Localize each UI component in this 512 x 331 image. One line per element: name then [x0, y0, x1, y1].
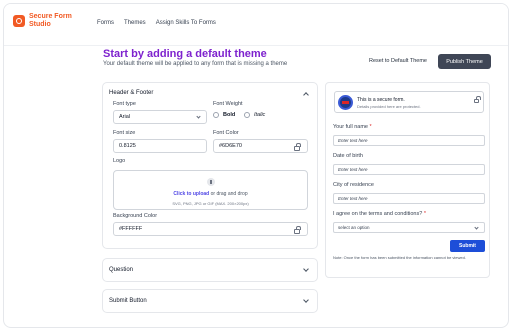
chevron-down-icon: [196, 114, 201, 119]
font-size-value: 0.8125: [119, 143, 136, 149]
font-color-label: Font Color: [213, 130, 239, 136]
terms-select-value: select an option: [338, 225, 370, 230]
publish-theme-button[interactable]: Publish Theme: [438, 54, 491, 69]
nav-forms[interactable]: Forms: [97, 20, 114, 26]
weight-italic-radio[interactable]: Italic: [244, 112, 265, 118]
security-seal-icon: [338, 95, 353, 110]
secure-title: This is a secure form.: [357, 97, 405, 103]
dob-input[interactable]: Enter text here: [333, 164, 485, 175]
top-bar: Secure Form Studio Forms Themes Assign S…: [4, 4, 508, 46]
full-name-label: Your full name *: [333, 124, 372, 130]
app-logo[interactable]: Secure Form Studio: [13, 13, 72, 29]
terms-label: I agree on the terms and conditions? *: [333, 211, 426, 217]
app-name-line2: Studio: [29, 21, 51, 28]
submit-button-title: Submit Button: [109, 298, 147, 304]
submit-button-panel[interactable]: Submit Button: [102, 289, 318, 313]
upload-hint: SVG, PNG, JPG or GIF (MAX. 200×200px): [172, 201, 249, 206]
upload-cloud-icon: [207, 178, 215, 186]
full-name-text: Your full name: [333, 124, 370, 130]
nav-assign-skills[interactable]: Assign Skills To Forms: [156, 20, 216, 26]
bg-color-label: Background Color: [113, 213, 158, 219]
logo-label: Logo: [113, 158, 126, 164]
app-name-line1: Secure Form: [29, 13, 72, 20]
lock-icon: [474, 96, 481, 103]
font-type-value: Arial: [119, 114, 131, 120]
weight-italic-label: Italic: [254, 112, 266, 118]
secure-subtitle: Details provided here are protected.: [357, 104, 421, 109]
main-nav: Forms Themes Assign Skills To Forms: [97, 20, 216, 26]
city-input[interactable]: Enter text here: [333, 193, 485, 204]
font-size-label: Font size: [113, 130, 136, 136]
click-to-upload-link[interactable]: Click to upload: [173, 191, 209, 197]
full-name-placeholder: Enter text here: [338, 138, 368, 143]
reset-default-theme-button[interactable]: Reset to Default Theme: [365, 56, 431, 66]
radio-circle-icon: [244, 112, 250, 118]
required-mark: *: [369, 124, 372, 130]
bg-color-input[interactable]: #FFFFFF: [113, 222, 308, 236]
logo-icon: [13, 15, 25, 27]
terms-text: I agree on the terms and conditions?: [333, 211, 424, 217]
lock-icon: [294, 143, 301, 151]
nav-themes[interactable]: Themes: [124, 20, 146, 26]
submit-button[interactable]: Submit: [450, 240, 485, 252]
app-name: Secure Form Studio: [29, 13, 72, 29]
radio-circle-icon: [213, 112, 219, 118]
font-color-input[interactable]: #6D6E70: [213, 139, 308, 153]
upload-instructions: Click to upload or drag and drop: [114, 191, 307, 197]
chevron-down-icon: [474, 225, 479, 230]
chevron-down-icon: [303, 266, 309, 272]
bg-color-value: #FFFFFF: [119, 226, 143, 232]
full-name-input[interactable]: Enter text here: [333, 135, 485, 146]
drag-drop-text: or drag and drop: [209, 191, 248, 197]
logo-upload-dropzone[interactable]: Click to upload or drag and drop SVG, PN…: [113, 170, 308, 210]
font-type-label: Font type: [113, 101, 136, 107]
dob-placeholder: Enter text here: [338, 167, 368, 172]
form-preview: This is a secure form. Details provided …: [325, 82, 490, 278]
city-label: City of residence: [333, 182, 374, 188]
page-title: Start by adding a default theme: [103, 48, 267, 60]
city-placeholder: Enter text here: [338, 196, 368, 201]
chevron-down-icon: [303, 297, 309, 303]
question-panel[interactable]: Question: [102, 258, 318, 282]
font-type-select[interactable]: Arial: [113, 110, 207, 124]
font-weight-label: Font Weight: [213, 101, 243, 107]
weight-bold-label: Bold: [223, 112, 236, 118]
font-color-value: #6D6E70: [219, 143, 242, 149]
collapse-chevron-icon[interactable]: [303, 92, 309, 98]
required-mark: *: [423, 211, 426, 217]
question-title: Question: [109, 267, 134, 273]
header-footer-title[interactable]: Header & Footer: [109, 90, 153, 96]
submission-note: Note: Once the form has been submitted t…: [333, 255, 466, 260]
page-subtitle: Your default theme will be applied to an…: [103, 61, 288, 67]
secure-form-banner: This is a secure form. Details provided …: [334, 91, 484, 113]
terms-select[interactable]: select an option: [333, 222, 485, 233]
weight-bold-radio[interactable]: Bold: [213, 112, 235, 118]
font-size-input[interactable]: 0.8125: [113, 139, 207, 153]
dob-label: Date of birth: [333, 153, 363, 159]
lock-icon: [294, 226, 301, 234]
